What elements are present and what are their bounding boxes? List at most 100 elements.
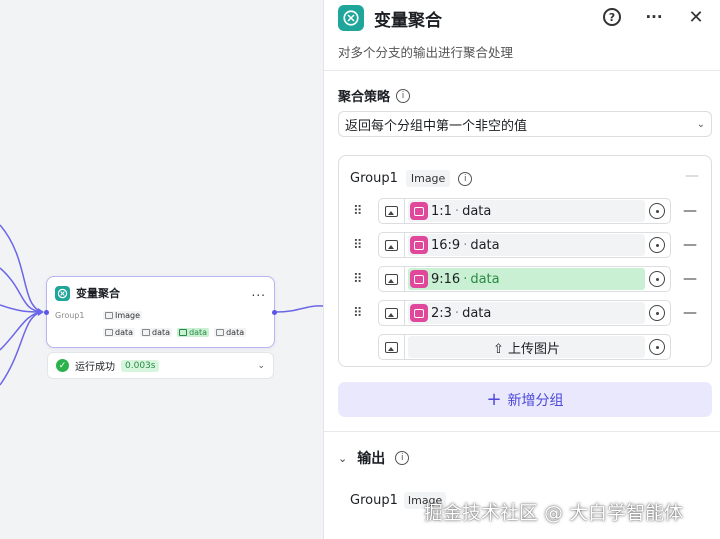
output-section-header[interactable]: ⌄ 输出 i: [338, 448, 410, 468]
node-data-list: data data data data: [103, 328, 247, 337]
connection-edges: [0, 224, 323, 386]
variable-reference[interactable]: 9:16 · data: [408, 268, 645, 290]
group-collapse-button[interactable]: —: [685, 168, 699, 184]
upload-button[interactable]: ⇧ 上传图片: [408, 336, 645, 358]
add-group-label: 新增分组: [507, 392, 564, 409]
workflow-canvas[interactable]: 变量聚合 ... Group1 Image data data data dat…: [0, 0, 323, 539]
ref-separator: ·: [454, 203, 460, 219]
run-status-bar[interactable]: ✓ 运行成功 0.003s ⌄: [47, 352, 274, 379]
target-icon[interactable]: [649, 203, 665, 219]
edge-2: [0, 267, 43, 313]
ref-field: data: [470, 237, 500, 253]
variable-row: ⠿ 1:1 · data —: [353, 198, 705, 224]
variable-reference[interactable]: 16:9 · data: [408, 234, 645, 256]
divider: [324, 431, 720, 432]
edge-5: [0, 311, 43, 386]
node-more-button[interactable]: ...: [252, 285, 266, 299]
chevron-down-icon[interactable]: ⌄: [257, 361, 265, 371]
info-icon[interactable]: i: [395, 451, 410, 465]
success-check-icon: ✓: [56, 359, 69, 372]
output-label: 输出: [357, 451, 386, 467]
drag-handle-icon[interactable]: ⠿: [353, 273, 363, 286]
aggregate-icon: [338, 5, 364, 31]
target-icon[interactable]: [649, 271, 665, 287]
edge-1: [0, 224, 43, 313]
group-card: Group1 Image i — ⠿ 1:1 · data — ⠿ 16:9 ·…: [338, 155, 712, 367]
upload-icon: ⇧: [492, 341, 504, 357]
ref-node: 16:9: [431, 237, 461, 253]
node-data-label: data: [152, 328, 171, 337]
group-header: Group1 Image i: [350, 170, 473, 187]
chevron-down-icon: ⌄: [338, 451, 348, 465]
node-data-item: data: [103, 328, 136, 337]
more-button[interactable]: ···: [644, 7, 664, 27]
input-port[interactable]: [44, 310, 49, 315]
help-button[interactable]: ?: [602, 7, 622, 27]
node-data-label: data: [115, 328, 134, 337]
strategy-select[interactable]: 返回每个分组中第一个非空的值 ⌄: [338, 111, 712, 137]
question-icon: ?: [603, 8, 621, 26]
target-icon[interactable]: [649, 339, 665, 355]
watermark: 掘金技术社区 @ 大白学智能体: [424, 502, 684, 524]
image-node-icon: [410, 202, 428, 220]
chevron-down-icon: ⌄: [696, 118, 705, 130]
aggregate-icon: [55, 285, 70, 301]
plus-icon: +: [486, 389, 502, 410]
drag-handle-icon[interactable]: ⠿: [353, 307, 363, 320]
node-group-type-label: Image: [115, 311, 141, 320]
remove-variable-button[interactable]: —: [683, 203, 697, 219]
edge-out: [275, 305, 323, 313]
target-icon[interactable]: [649, 237, 665, 253]
close-icon[interactable]: ✕: [686, 7, 706, 28]
variable-selector[interactable]: 9:16 · data: [378, 266, 671, 292]
image-type-icon: [379, 233, 405, 257]
output-port[interactable]: [272, 310, 277, 315]
variable-selector[interactable]: 16:9 · data: [378, 232, 671, 258]
ref-node: 1:1: [431, 203, 452, 219]
drag-handle-icon[interactable]: ⠿: [353, 239, 363, 252]
group-name[interactable]: Group1: [350, 171, 398, 186]
group-type-badge: Image: [405, 170, 451, 187]
variable-selector[interactable]: 2:3 · data: [378, 300, 671, 326]
ref-node: 2:3: [431, 305, 452, 321]
drag-handle-icon[interactable]: ⠿: [353, 205, 363, 218]
strategy-label-text: 聚合策略: [338, 90, 391, 105]
image-type-icon: [379, 301, 405, 325]
node-data-item: data: [140, 328, 173, 337]
image-icon: [216, 329, 225, 336]
node-data-item-active: data: [177, 328, 210, 337]
variable-row: ⠿ 2:3 · data —: [353, 300, 705, 326]
target-icon[interactable]: [649, 305, 665, 321]
info-icon[interactable]: i: [396, 88, 411, 103]
remove-variable-button[interactable]: —: [683, 271, 697, 287]
strategy-select-value: 返回每个分组中第一个非空的值: [345, 118, 528, 134]
upload-text: ⇧ 上传图片: [408, 338, 645, 357]
node-group-label: Group1: [55, 311, 85, 320]
image-type-icon: [379, 267, 405, 291]
node-data-item: data: [214, 328, 247, 337]
image-type-icon: [379, 199, 405, 223]
ref-node: 9:16: [431, 271, 461, 287]
output-name: Group1: [350, 493, 398, 508]
variable-reference[interactable]: 2:3 · data: [408, 302, 645, 324]
info-icon[interactable]: i: [458, 171, 473, 186]
image-node-icon: [410, 236, 428, 254]
add-group-button[interactable]: + 新增分组: [338, 382, 712, 417]
edge-4: [0, 311, 43, 351]
variable-aggregate-node[interactable]: 变量聚合 ... Group1 Image data data data dat…: [44, 276, 277, 348]
variable-selector[interactable]: 1:1 · data: [378, 198, 671, 224]
remove-variable-button[interactable]: —: [683, 305, 697, 321]
panel-title: 变量聚合: [374, 10, 442, 31]
upload-label: 上传图片: [508, 341, 561, 357]
variable-reference[interactable]: 1:1 · data: [408, 200, 645, 222]
panel-actions: ? ··· ✕: [602, 7, 706, 28]
remove-variable-button[interactable]: —: [683, 237, 697, 253]
node-settings-panel: 变量聚合 ? ··· ✕ 对多个分支的输出进行聚合处理 聚合策略 i 返回每个分…: [323, 0, 720, 539]
panel-header: 变量聚合: [338, 5, 442, 31]
ref-separator: ·: [463, 271, 468, 287]
upload-row: ⇧ 上传图片: [353, 334, 705, 360]
upload-selector[interactable]: ⇧ 上传图片: [378, 334, 671, 360]
strategy-label: 聚合策略 i: [338, 86, 411, 105]
image-icon: [142, 329, 151, 336]
ref-field: data: [462, 203, 492, 219]
